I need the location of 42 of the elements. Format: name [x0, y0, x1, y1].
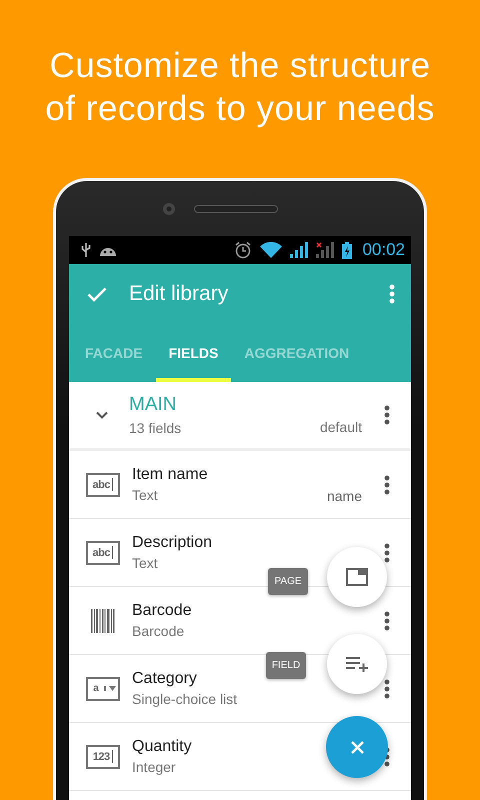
tab[interactable]: FIELDS	[156, 324, 232, 382]
more-icon[interactable]	[384, 542, 390, 562]
tab[interactable]: FACADE	[72, 324, 156, 382]
close-icon	[350, 740, 364, 754]
fab-label: FIELD	[266, 652, 306, 679]
text-field-icon: 123	[86, 744, 120, 768]
field-name: Description	[132, 534, 212, 552]
field-key: name	[326, 488, 362, 504]
dropdown-icon: a	[86, 676, 120, 700]
field-type: Single-choice list	[132, 691, 238, 707]
text-field-icon: abc	[86, 472, 120, 496]
field-type: Text	[132, 555, 158, 571]
section-key: default	[320, 419, 362, 435]
alarm-icon	[234, 241, 252, 259]
text-field-icon: abc	[86, 540, 120, 564]
checkmark-icon[interactable]	[87, 286, 107, 302]
field-type: Barcode	[132, 623, 184, 639]
more-icon[interactable]	[384, 474, 390, 494]
headline: Customize the structure of records to your needs	[44, 45, 436, 130]
field-name: Quantity	[132, 738, 192, 756]
field-type: Text	[132, 487, 158, 503]
toolbar-title: Edit library	[129, 282, 230, 306]
field-name: Barcode	[132, 602, 192, 620]
field-name: Item name	[132, 466, 208, 484]
more-icon[interactable]	[384, 610, 390, 630]
more-icon[interactable]	[384, 678, 390, 698]
section-title: MAIN	[129, 394, 176, 416]
battery-icon	[342, 242, 352, 258]
camera-icon	[162, 202, 176, 216]
window-icon	[346, 568, 368, 586]
status-time: 00:02	[362, 240, 405, 260]
tab[interactable]: AGGREGATION	[231, 324, 362, 382]
more-icon[interactable]	[384, 405, 390, 425]
usb-icon	[81, 242, 91, 258]
field-name: Category	[132, 670, 197, 688]
add-to-list-icon	[346, 656, 368, 672]
wifi-icon	[260, 242, 282, 258]
field-count: 13 fields	[129, 420, 182, 436]
fab-label: PAGE	[268, 568, 308, 595]
no-signal-icon	[316, 242, 334, 258]
signal-icon	[290, 242, 308, 258]
field-type: Integer	[132, 759, 176, 775]
